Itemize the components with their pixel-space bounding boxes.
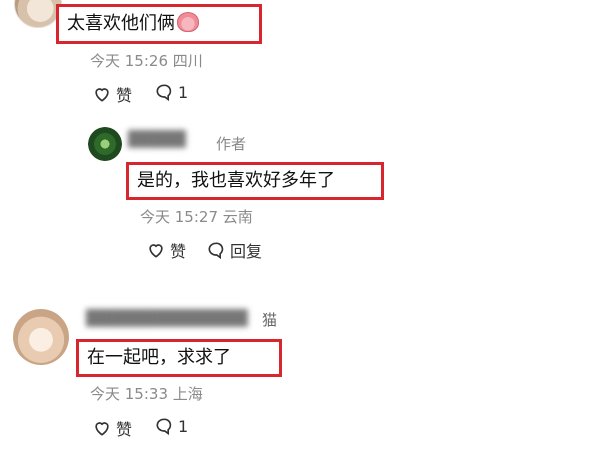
location: 上海 [172,385,203,403]
heart-icon [95,422,109,436]
comment-button[interactable]: 1 [154,82,188,102]
comment-bubble-icon [156,84,172,102]
like-button[interactable]: 赞 [92,82,132,106]
reply-text-highlighted: 是的，我也喜欢好多年了 [126,162,384,200]
username-blurred[interactable]: █████ [128,130,186,148]
reply-meta: 今天 15:27 云南 [140,206,253,227]
like-button[interactable]: 赞 [92,416,132,440]
timestamp: 今天 15:26 [90,52,168,70]
like-button[interactable]: 赞 [146,238,186,262]
comment-meta: 今天 15:26 四川 [90,50,203,71]
reply-text: 是的，我也喜欢好多年了 [137,170,335,191]
comment-count: 1 [178,82,189,102]
avatar[interactable] [88,127,122,161]
like-label: 赞 [116,86,133,105]
comment-text-highlighted: 在一起吧，求求了 [76,339,282,377]
reply-button[interactable]: 回复 [206,238,262,262]
comment-count: 1 [178,416,189,436]
comment-meta: 今天 15:33 上海 [90,383,203,404]
comment-text: 在一起吧，求求了 [87,347,231,368]
heart-icon [149,244,163,258]
username-suffix: 猫 [262,311,278,329]
username-blurred[interactable]: ██████████████ [86,309,248,327]
avatar[interactable] [13,309,69,365]
like-label: 赞 [170,242,187,261]
like-label: 赞 [116,420,133,439]
avatar[interactable] [14,0,62,28]
comment-bubble-icon [208,242,224,260]
reply-label: 回复 [230,242,263,261]
comment-button[interactable]: 1 [154,416,188,436]
timestamp: 今天 15:27 [140,208,218,226]
heart-icon [95,88,109,102]
author-badge: 作者 [216,135,247,153]
comment-bubble-icon [156,418,172,436]
location: 四川 [172,52,203,70]
comment-text-highlighted: 太喜欢他们俩 [56,4,262,44]
timestamp: 今天 15:33 [90,385,168,403]
comment-text: 太喜欢他们俩 [67,13,175,34]
location: 云南 [222,208,253,226]
pig-face-emoji-icon [177,12,199,32]
